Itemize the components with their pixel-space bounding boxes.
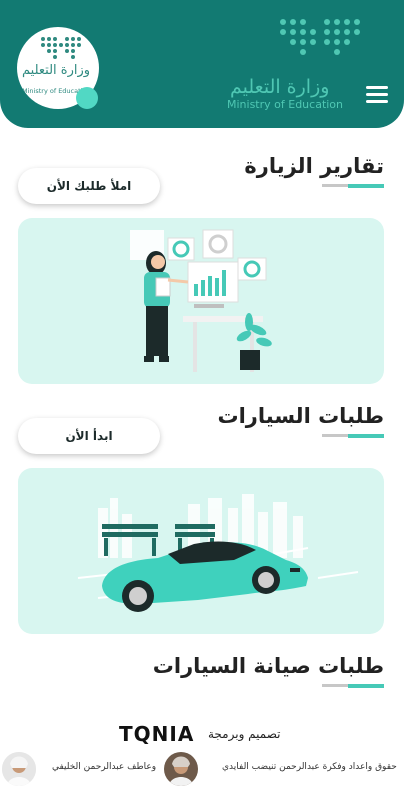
avatar-center <box>164 752 198 786</box>
logo-english-text: Ministry of Education <box>227 98 344 111</box>
badge-accent-dot <box>76 87 98 109</box>
car-requests-card[interactable] <box>18 468 384 634</box>
ministry-logo: وزارة التعليم Ministry of Education <box>220 12 360 120</box>
section-title-car-requests: طلبات السيارات <box>217 404 384 428</box>
credit-line-right: حقوق واعداد وفكرة عبدالرحمن تنيضب الفايد… <box>222 762 397 772</box>
section-title-car-maintenance[interactable]: طلبات صيانة السيارات <box>153 654 384 678</box>
footer-credits-row: وعاطف عبدالرحمن الخليفي حقوق واعداد وفكر… <box>0 752 404 786</box>
avatar-left <box>2 752 36 786</box>
logo-arabic-text: وزارة التعليم <box>230 76 330 98</box>
badge-dots-icon <box>41 37 81 59</box>
start-now-button[interactable]: ابدأ الأن <box>18 418 160 454</box>
section-underline <box>322 184 384 188</box>
section-underline <box>322 434 384 438</box>
visit-reports-card[interactable] <box>18 218 384 384</box>
section-underline <box>322 684 384 688</box>
fill-request-button[interactable]: املأ طلبك الأن <box>18 168 160 204</box>
hamburger-menu-icon[interactable] <box>366 86 388 104</box>
logo-dots-icon <box>280 19 360 55</box>
section-title-visit-reports: تقارير الزيارة <box>244 154 384 178</box>
badge-arabic-text: وزارة التعليم <box>22 63 91 78</box>
tqnia-logo: TQNIA <box>119 722 195 746</box>
app-header: وزارة التعليم Ministry of Education وزار… <box>0 0 404 128</box>
report-analytics-illustration <box>130 229 272 372</box>
credit-line-left: وعاطف عبدالرحمن الخليفي <box>52 762 157 772</box>
car-illustration <box>77 494 359 612</box>
design-credit-label: تصميم وبرمجة <box>208 727 281 741</box>
